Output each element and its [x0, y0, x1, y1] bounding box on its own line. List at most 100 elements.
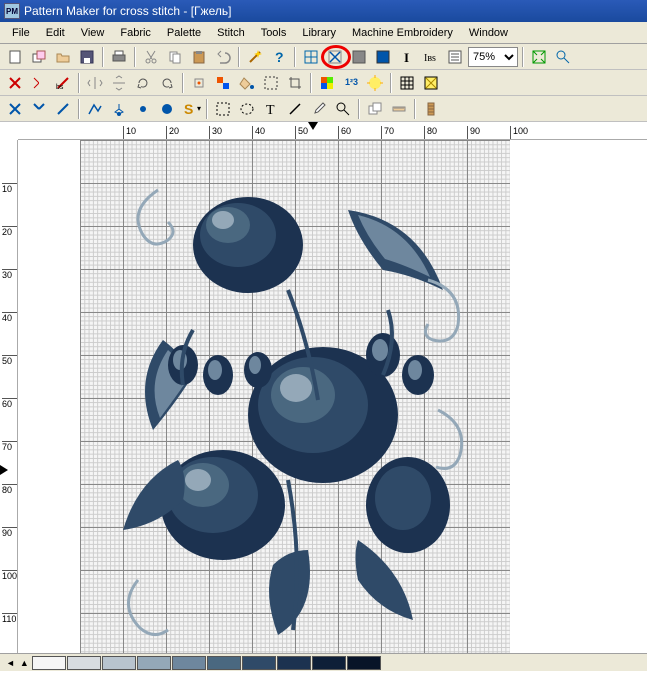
french-knot-icon[interactable]	[108, 98, 130, 120]
grid-toggle-icon[interactable]	[396, 72, 418, 94]
svg-text:Iʙs: Iʙs	[424, 53, 436, 64]
fill-icon[interactable]	[236, 72, 258, 94]
palette-swatch-5[interactable]	[207, 656, 241, 670]
special-stitch-icon[interactable]: S▾	[180, 98, 202, 120]
backstitch-info-icon[interactable]: Iʙs	[420, 46, 442, 68]
ruler-icon[interactable]	[388, 98, 410, 120]
color-swap-icon[interactable]	[212, 72, 234, 94]
palette-swatch-0[interactable]	[32, 656, 66, 670]
info-icon[interactable]: I	[396, 46, 418, 68]
palette-prev-icon[interactable]: ◄	[4, 658, 17, 668]
pattern-design[interactable]	[108, 160, 483, 640]
stitch-x-icon[interactable]	[324, 46, 346, 68]
symbol-count-icon[interactable]: 1²3	[340, 72, 362, 94]
menu-file[interactable]: File	[4, 25, 38, 41]
help-icon[interactable]: ?	[268, 46, 290, 68]
delete-x-icon[interactable]	[4, 72, 26, 94]
menu-fabric[interactable]: Fabric	[112, 25, 159, 41]
back-stitch-icon[interactable]	[84, 98, 106, 120]
ruler-vertical: 102030405060708090100110120	[0, 140, 18, 653]
marker-vertical[interactable]	[0, 465, 8, 475]
menu-bar: File Edit View Fabric Palette Stitch Too…	[0, 22, 647, 44]
eyedropper-icon[interactable]	[308, 98, 330, 120]
menu-stitch[interactable]: Stitch	[209, 25, 253, 41]
palette-swatch-8[interactable]	[312, 656, 346, 670]
stitch-color-icon[interactable]	[372, 46, 394, 68]
select-ellipse-icon[interactable]	[236, 98, 258, 120]
stitch-grid-icon[interactable]	[300, 46, 322, 68]
delete-half-icon[interactable]	[28, 72, 50, 94]
zoom-tool-icon[interactable]	[552, 46, 574, 68]
wizard-icon[interactable]	[244, 46, 266, 68]
thread-icon[interactable]	[420, 98, 442, 120]
ruler-h-tick: 40	[252, 126, 265, 140]
paste-icon[interactable]	[188, 46, 210, 68]
line-tool-icon[interactable]	[284, 98, 306, 120]
menu-view[interactable]: View	[73, 25, 113, 41]
ruler-v-tick: 80	[2, 484, 18, 495]
quarter-stitch-icon[interactable]	[52, 98, 74, 120]
palette-swatch-7[interactable]	[277, 656, 311, 670]
app-icon: PM	[4, 3, 20, 19]
menu-library[interactable]: Library	[294, 25, 344, 41]
marker-horizontal[interactable]	[308, 122, 318, 130]
ruler-h-tick: 10	[123, 126, 136, 140]
svg-text:1²3: 1²3	[345, 77, 358, 87]
palette-swatch-2[interactable]	[102, 656, 136, 670]
open-file-icon[interactable]	[52, 46, 74, 68]
center-icon[interactable]	[188, 72, 210, 94]
menu-palette[interactable]: Palette	[159, 25, 209, 41]
fit-screen-icon[interactable]	[528, 46, 550, 68]
grid-highlight-icon[interactable]	[420, 72, 442, 94]
canvas-content[interactable]	[18, 140, 647, 653]
rotate-ccw-icon[interactable]	[156, 72, 178, 94]
toolbar-stitch: S▾ T	[0, 96, 647, 122]
menu-window[interactable]: Window	[461, 25, 516, 41]
stitch-solid-icon[interactable]	[348, 46, 370, 68]
delete-back-icon[interactable]: bs	[52, 72, 74, 94]
select-rect-icon[interactable]	[212, 98, 234, 120]
save-icon[interactable]	[76, 46, 98, 68]
crop-icon[interactable]	[284, 72, 306, 94]
palette-swatch-3[interactable]	[137, 656, 171, 670]
palette-swatch-9[interactable]	[347, 656, 381, 670]
zoom-icon[interactable]	[332, 98, 354, 120]
zoom-select[interactable]: 75%	[468, 47, 518, 67]
window-title: Pattern Maker for cross stitch - [Гжель]	[24, 4, 231, 18]
ruler-h-tick: 20	[166, 126, 179, 140]
ruler-v-tick: 110	[2, 613, 18, 624]
full-stitch-icon[interactable]	[4, 98, 26, 120]
undo-icon[interactable]	[212, 46, 234, 68]
rotate-cw-icon[interactable]	[132, 72, 154, 94]
copy-icon[interactable]	[164, 46, 186, 68]
new-window-icon[interactable]	[28, 46, 50, 68]
palette-up-icon[interactable]: ▲	[18, 658, 31, 668]
layers-icon[interactable]	[364, 98, 386, 120]
canvas-area: 102030405060708090100 102030405060708090…	[0, 122, 647, 653]
palette-swatch-1[interactable]	[67, 656, 101, 670]
text-tool-icon[interactable]: T	[260, 98, 282, 120]
menu-machine-embroidery[interactable]: Machine Embroidery	[344, 25, 461, 41]
svg-text:T: T	[266, 103, 275, 117]
color-effects-icon[interactable]	[364, 72, 386, 94]
properties-icon[interactable]	[444, 46, 466, 68]
palette-swatch-4[interactable]	[172, 656, 206, 670]
flip-h-icon[interactable]	[84, 72, 106, 94]
print-icon[interactable]	[108, 46, 130, 68]
menu-tools[interactable]: Tools	[253, 25, 295, 41]
flip-v-icon[interactable]	[108, 72, 130, 94]
palette-edit-icon[interactable]	[316, 72, 338, 94]
half-stitch-icon[interactable]	[28, 98, 50, 120]
palette-swatch-6[interactable]	[242, 656, 276, 670]
outline-icon[interactable]	[260, 72, 282, 94]
bead-large-icon[interactable]	[156, 98, 178, 120]
palette-bar: ◄ ▲	[0, 653, 647, 671]
svg-text:S: S	[184, 101, 193, 117]
bead-small-icon[interactable]	[132, 98, 154, 120]
ruler-v-tick: 90	[2, 527, 18, 538]
cut-icon[interactable]	[140, 46, 162, 68]
new-file-icon[interactable]	[4, 46, 26, 68]
menu-edit[interactable]: Edit	[38, 25, 73, 41]
ruler-h-tick: 50	[295, 126, 308, 140]
toolbar-edit: bs 1²3	[0, 70, 647, 96]
